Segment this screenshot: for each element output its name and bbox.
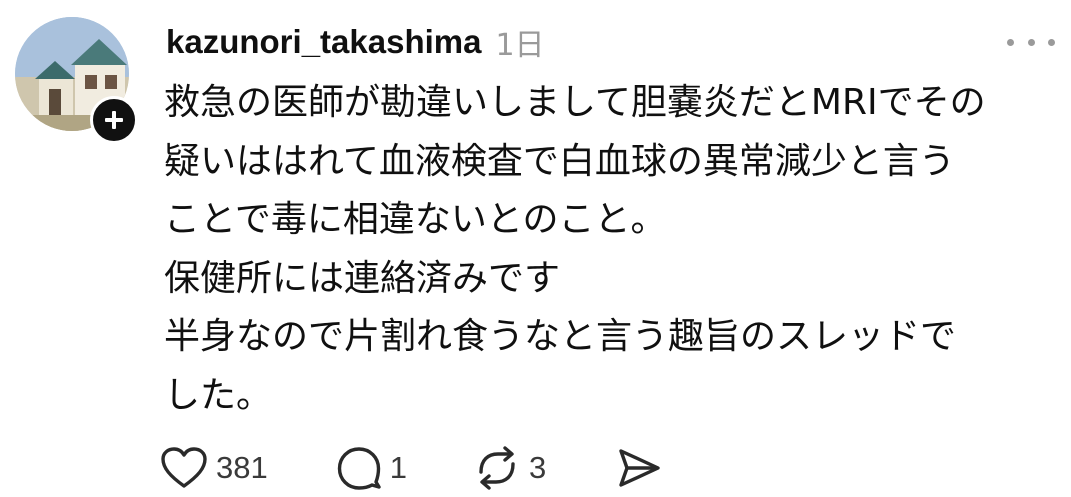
more-dots-icon [1007,38,1014,46]
more-dots-icon [1048,38,1055,46]
reply-count: 1 [389,450,407,485]
post-body-line: 救急の医師が勘違いしまして胆嚢炎だとMRIでその [164,82,986,123]
more-options-button[interactable] [1007,30,1055,54]
follow-button[interactable] [90,96,138,144]
send-icon [619,449,660,487]
thread-post: kazunori_takashima 1日 救急の医師が勘違いしまして胆嚢炎だと… [0,0,1071,497]
like-count: 381 [216,450,268,485]
post-header: kazunori_takashima 1日 [166,18,545,66]
post-body: 救急の医師が勘違いしまして胆嚢炎だとMRIでその 疑いははれて血液検査で白血球の… [164,74,1064,426]
like-button[interactable]: 381 [160,446,268,490]
repost-icon [479,446,515,490]
repost-button[interactable]: 3 [473,446,546,490]
reply-button[interactable]: 1 [336,446,407,490]
plus-icon [105,111,123,129]
post-body-line: ことで毒に相違ないとのこと。 [164,199,667,241]
username[interactable]: kazunori_takashima [166,23,481,61]
post-body-line: 保健所には連絡済みです [164,257,561,299]
comment-icon [337,447,381,490]
timestamp[interactable]: 1日 [495,20,544,64]
more-dots-icon [1027,38,1035,46]
heart-icon [161,447,207,488]
action-bar: 381 1 3 [160,444,662,492]
post-body-line: 疑いははれて血液検査で白血球の異常減少と言う [164,140,955,182]
post-body-line: した。 [164,374,273,416]
share-button[interactable] [616,446,662,490]
repost-count: 3 [528,450,547,485]
post-body-line: 半身なので片割れ食うなと言う趣旨のスレッドで [164,316,957,358]
